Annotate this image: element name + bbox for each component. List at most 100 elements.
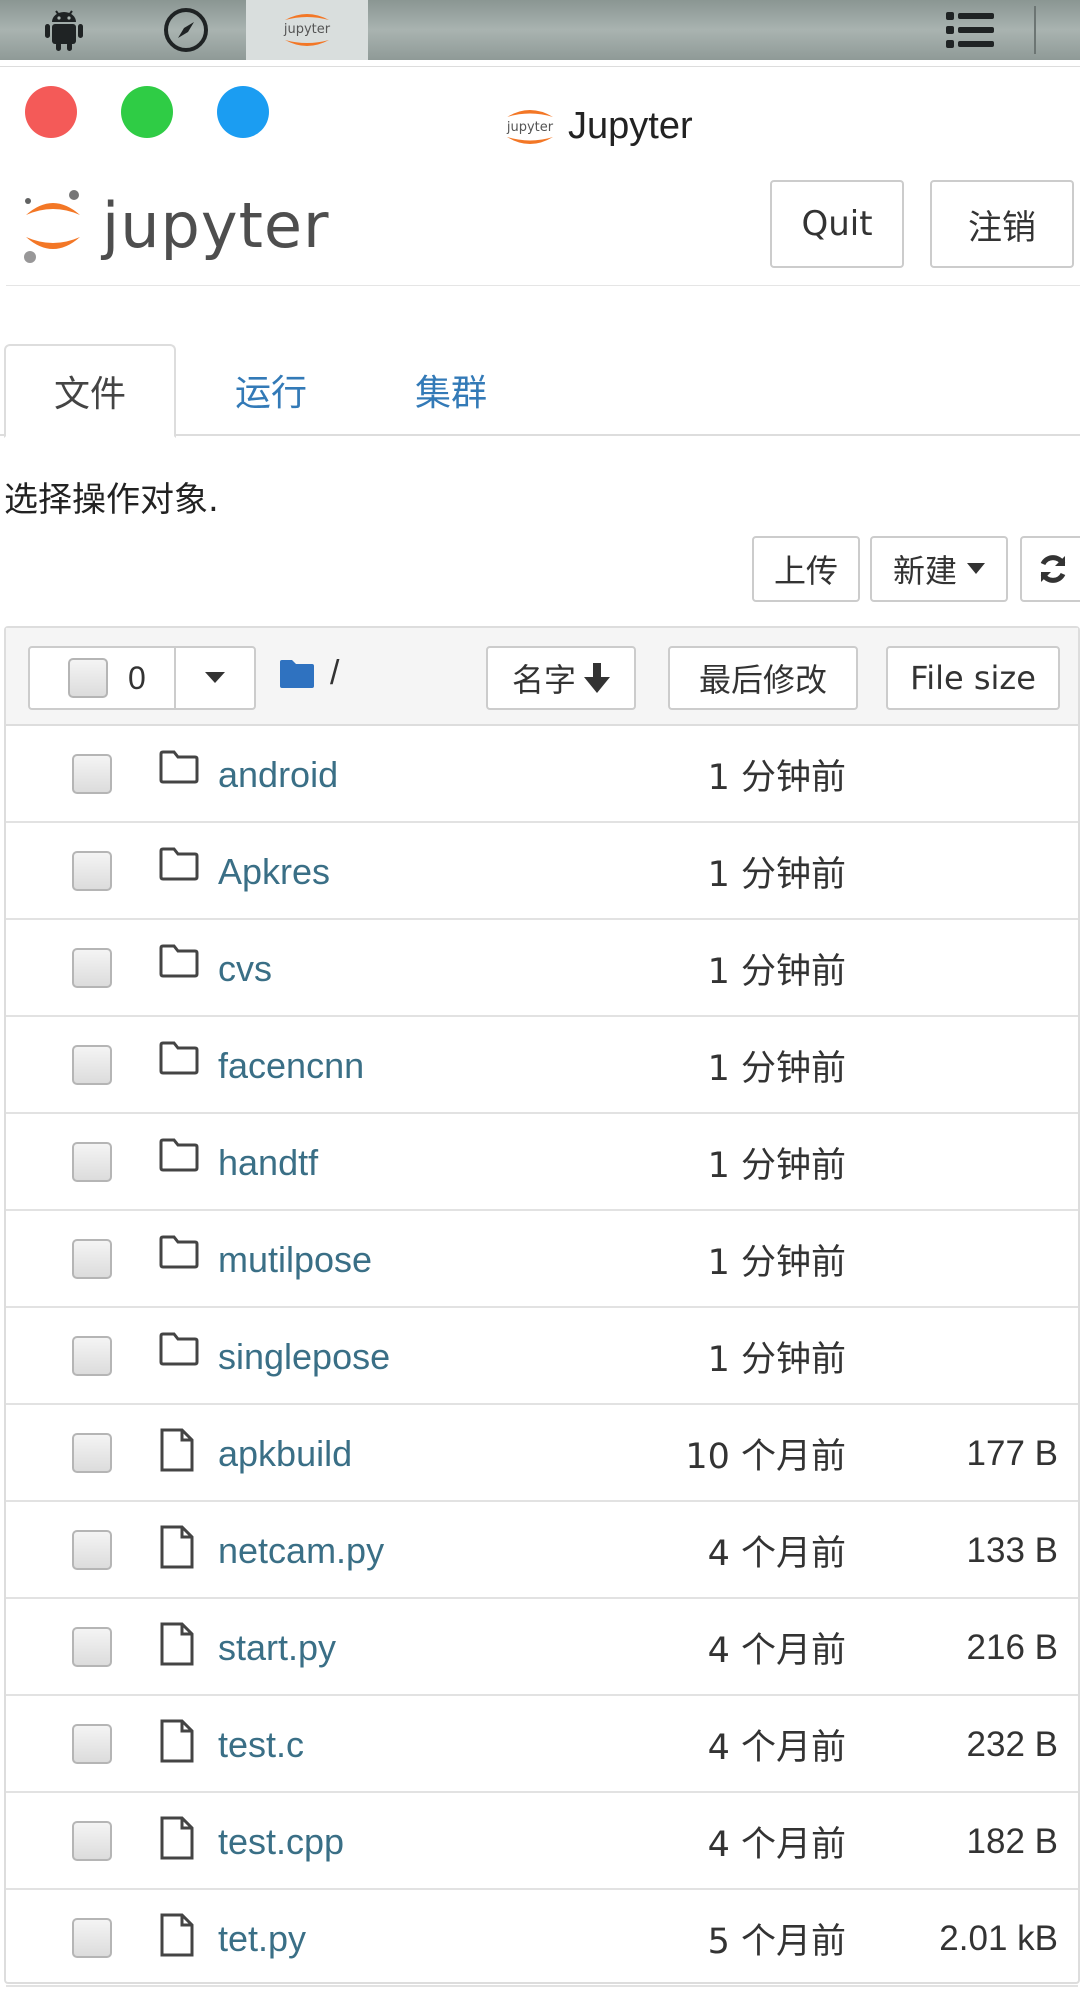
- file-icon: [160, 1428, 194, 1472]
- file-name-link[interactable]: apkbuild: [218, 1405, 352, 1502]
- file-name-link[interactable]: test.cpp: [218, 1793, 344, 1890]
- sort-by-name-button[interactable]: 名字: [486, 646, 636, 710]
- sort-by-modified-button[interactable]: 最后修改: [668, 646, 858, 710]
- file-modified: 1 分钟前: [707, 1243, 846, 1283]
- jupyter-app-tab[interactable]: jupyter: [246, 0, 368, 60]
- row-icon: [158, 1427, 196, 1478]
- row-checkbox[interactable]: [72, 1627, 112, 1667]
- file-modified: 1 分钟前: [707, 1049, 846, 1089]
- file-row[interactable]: android 1 分钟前: [6, 726, 1078, 823]
- refresh-icon: [1040, 555, 1066, 583]
- tab-files[interactable]: 文件: [4, 344, 176, 438]
- file-size: 2.01 kB: [939, 1918, 1058, 1958]
- file-modified: 1 分钟前: [707, 1146, 846, 1186]
- file-row[interactable]: Apkres 1 分钟前: [6, 823, 1078, 920]
- select-hint: 选择操作对象.: [4, 480, 219, 520]
- file-icon: [160, 1913, 194, 1957]
- file-name-link[interactable]: handtf: [218, 1114, 318, 1211]
- select-all-checkbox[interactable]: [68, 658, 108, 698]
- row-checkbox[interactable]: [72, 1724, 112, 1764]
- file-row[interactable]: test.cpp 4 个月前 182 B: [6, 1793, 1078, 1890]
- minimize-window-button[interactable]: [217, 86, 269, 138]
- file-name-link[interactable]: test.c: [218, 1696, 304, 1793]
- file-name-link[interactable]: facencnn: [218, 1017, 364, 1114]
- folder-icon: [159, 944, 199, 978]
- file-name-link[interactable]: android: [218, 726, 338, 823]
- menu-tab[interactable]: [940, 0, 1000, 60]
- file-modified: 1 分钟前: [707, 1340, 846, 1380]
- file-icon: [160, 1525, 194, 1569]
- file-row[interactable]: handtf 1 分钟前: [6, 1114, 1078, 1211]
- file-name-link[interactable]: mutilpose: [218, 1211, 372, 1308]
- file-row[interactable]: facencnn 1 分钟前: [6, 1017, 1078, 1114]
- file-modified: 1 分钟前: [707, 952, 846, 992]
- row-checkbox[interactable]: [72, 851, 112, 891]
- file-modified: 4 个月前: [707, 1631, 846, 1671]
- folder-icon: [159, 1041, 199, 1075]
- select-all-group: 0: [28, 646, 256, 710]
- tab-clusters[interactable]: 集群: [386, 344, 516, 436]
- folder-icon: [159, 750, 199, 784]
- file-list: 0 / 名字 最后修改 File size android 1 分钟前 Apkres…: [4, 626, 1080, 1987]
- file-row[interactable]: netcam.py 4 个月前 133 B: [6, 1502, 1078, 1599]
- file-icon: [160, 1719, 194, 1763]
- file-row[interactable]: singlepose 1 分钟前: [6, 1308, 1078, 1405]
- select-menu-button[interactable]: [176, 648, 254, 708]
- row-checkbox[interactable]: [72, 1918, 112, 1958]
- row-checkbox[interactable]: [72, 1530, 112, 1570]
- android-tab[interactable]: [34, 0, 94, 60]
- row-icon: [158, 1233, 200, 1276]
- tab-running[interactable]: 运行: [206, 344, 336, 436]
- row-checkbox[interactable]: [72, 1045, 112, 1085]
- file-name-link[interactable]: tet.py: [218, 1890, 306, 1987]
- file-name-link[interactable]: singlepose: [218, 1308, 390, 1405]
- caret-down-icon: [205, 672, 225, 683]
- row-icon: [158, 748, 200, 791]
- upload-button[interactable]: 上传: [752, 536, 860, 602]
- row-checkbox[interactable]: [72, 948, 112, 988]
- new-label: 新建: [892, 552, 957, 590]
- file-name-link[interactable]: start.py: [218, 1599, 336, 1696]
- logout-button[interactable]: 注销: [930, 180, 1074, 268]
- list-menu-icon: [946, 12, 994, 48]
- file-name-link[interactable]: cvs: [218, 920, 272, 1017]
- file-row[interactable]: tet.py 5 个月前 2.01 kB: [6, 1890, 1078, 1987]
- sort-modified-label: 最后修改: [698, 661, 827, 699]
- jupyter-logo[interactable]: jupyter: [18, 182, 330, 268]
- file-name-link[interactable]: Apkres: [218, 823, 330, 920]
- file-row[interactable]: mutilpose 1 分钟前: [6, 1211, 1078, 1308]
- row-icon: [158, 1912, 196, 1963]
- new-dropdown-button[interactable]: 新建: [870, 536, 1008, 602]
- window-title-text: Jupyter: [568, 104, 693, 147]
- file-row[interactable]: start.py 4 个月前 216 B: [6, 1599, 1078, 1696]
- row-checkbox[interactable]: [72, 1821, 112, 1861]
- file-row[interactable]: apkbuild 10 个月前 177 B: [6, 1405, 1078, 1502]
- maximize-window-button[interactable]: [121, 86, 173, 138]
- sort-by-size-button[interactable]: File size: [886, 646, 1060, 710]
- file-modified: 4 个月前: [707, 1534, 846, 1574]
- row-checkbox[interactable]: [72, 754, 112, 794]
- breadcrumb-path[interactable]: /: [330, 654, 339, 693]
- refresh-button[interactable]: [1020, 536, 1080, 602]
- row-checkbox[interactable]: [72, 1142, 112, 1182]
- file-icon: [160, 1816, 194, 1860]
- file-row[interactable]: test.c 4 个月前 232 B: [6, 1696, 1078, 1793]
- folder-filled-icon[interactable]: [278, 658, 316, 690]
- jupyter-logo-icon: jupyter: [506, 110, 554, 144]
- row-checkbox[interactable]: [72, 1239, 112, 1279]
- select-all-toggle[interactable]: 0: [30, 648, 176, 708]
- file-modified: 10 个月前: [685, 1437, 846, 1477]
- svg-text:jupyter: jupyter: [283, 22, 331, 37]
- row-icon: [158, 845, 200, 888]
- quit-button[interactable]: Quit: [770, 180, 904, 268]
- file-name-link[interactable]: netcam.py: [218, 1502, 384, 1599]
- window-title: jupyter Jupyter: [502, 96, 693, 156]
- folder-icon: [159, 1235, 199, 1269]
- sort-name-label: 名字: [511, 661, 576, 699]
- browser-tab[interactable]: [156, 0, 216, 60]
- row-checkbox[interactable]: [72, 1336, 112, 1376]
- close-window-button[interactable]: [25, 86, 77, 138]
- file-row[interactable]: cvs 1 分钟前: [6, 920, 1078, 1017]
- file-modified: 5 个月前: [707, 1922, 846, 1962]
- row-checkbox[interactable]: [72, 1433, 112, 1473]
